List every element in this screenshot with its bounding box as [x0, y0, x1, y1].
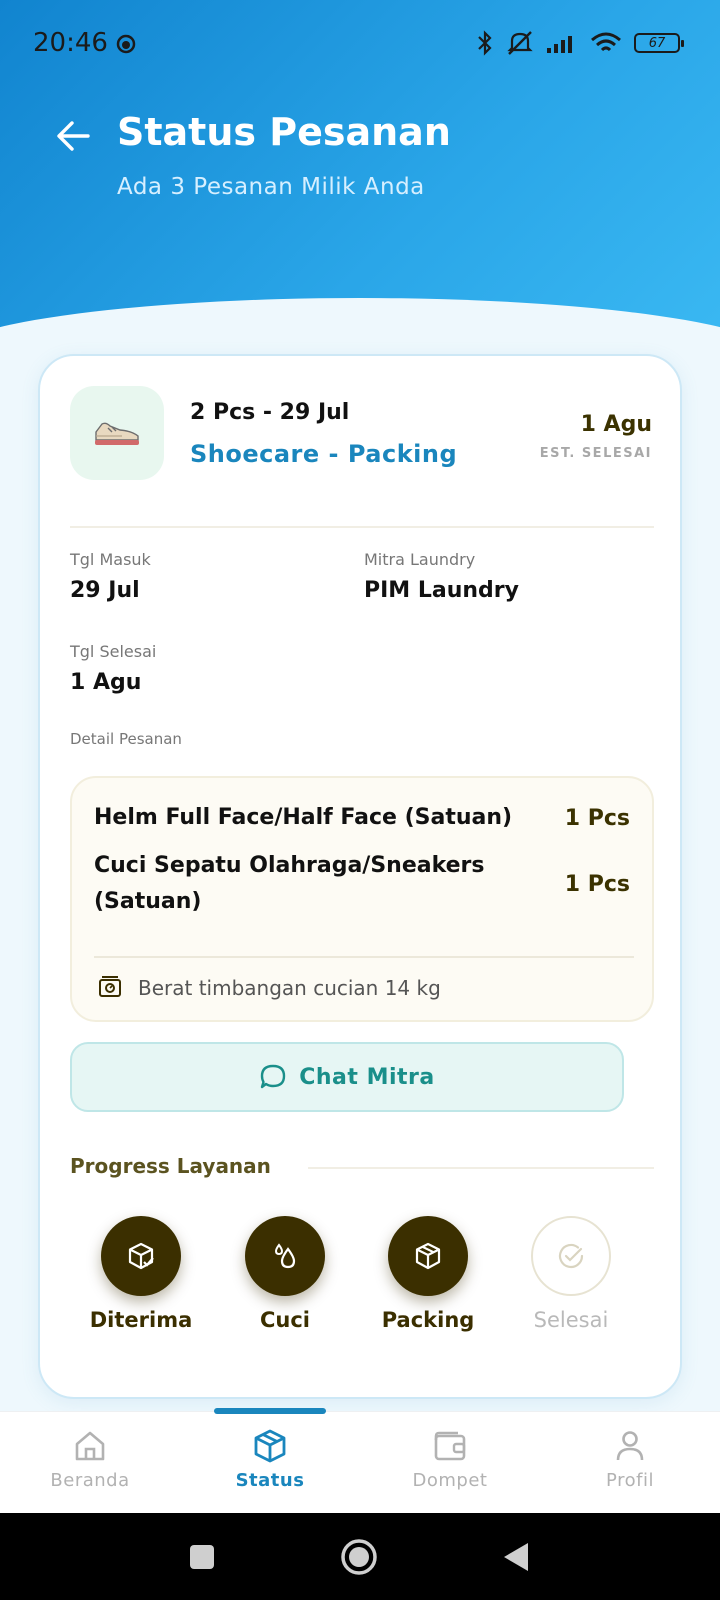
back-arrow-icon[interactable]: [54, 116, 94, 156]
status-bar: 20:46 67: [0, 0, 720, 90]
mitra-label: Mitra Laundry: [364, 550, 476, 569]
nav-label: Profil: [606, 1470, 654, 1491]
header-curve: [0, 298, 720, 340]
estimate-label: EST. SELESAI: [539, 446, 652, 461]
nav-label: Beranda: [50, 1470, 130, 1491]
nav-item-dompet[interactable]: Dompet: [360, 1428, 540, 1491]
mitra-value: PIM Laundry: [364, 578, 519, 603]
page-subtitle: Ada 3 Pesanan Milik Anda: [117, 174, 425, 200]
tgl-selesai-label: Tgl Selesai: [70, 642, 157, 661]
home-button[interactable]: [340, 1538, 378, 1576]
box-check-icon: [128, 1242, 154, 1270]
progress-title: Progress Layanan: [70, 1154, 271, 1178]
recent-apps-button[interactable]: [188, 1543, 216, 1571]
detail-label: Detail Pesanan: [70, 730, 182, 748]
divider: [70, 526, 654, 528]
progress-step-selesai: Selesai: [496, 1216, 646, 1332]
status-time: 20:46: [33, 28, 108, 58]
tgl-masuk-label: Tgl Masuk: [70, 550, 151, 569]
nav-label: Dompet: [412, 1470, 488, 1491]
progress-step-diterima: Diterima: [66, 1216, 216, 1332]
item-qty: 1 Pcs: [564, 806, 630, 831]
battery-icon: 67: [634, 33, 684, 53]
order-service: Shoecare - Packing: [190, 440, 458, 468]
item-name: Cuci Sepatu Olahraga/Sneakers (Satuan): [94, 853, 485, 914]
order-detail-box: Helm Full Face/Half Face (Satuan) 1 Pcs …: [70, 776, 654, 1022]
scale-icon: [99, 976, 121, 997]
nav-item-beranda[interactable]: Beranda: [0, 1428, 180, 1491]
sneaker-icon: [95, 422, 139, 445]
tgl-masuk-value: 29 Jul: [70, 578, 140, 603]
wallet-icon: [434, 1431, 466, 1461]
mute-icon: [507, 31, 533, 55]
progress-step-cuci: Cuci: [210, 1216, 360, 1332]
wifi-icon: [591, 32, 621, 52]
chat-mitra-button[interactable]: Chat Mitra: [70, 1042, 624, 1112]
notification-icon: [116, 34, 136, 54]
battery-level: 67: [648, 35, 666, 51]
estimate-date: 1 Agu: [580, 412, 652, 437]
step-circle: [388, 1216, 468, 1296]
user-icon: [616, 1431, 644, 1461]
bluetooth-icon: [478, 30, 492, 56]
divider: [308, 1167, 654, 1169]
chat-icon: [261, 1064, 286, 1089]
step-circle: [245, 1216, 325, 1296]
item-name: Helm Full Face/Half Face (Satuan): [94, 805, 513, 830]
home-icon: [75, 1431, 105, 1461]
system-nav-bar: [0, 1513, 720, 1600]
nav-item-status[interactable]: Status: [180, 1428, 360, 1491]
water-drops-icon: [274, 1243, 296, 1269]
step-label: Diterima: [89, 1308, 193, 1332]
page-title: Status Pesanan: [117, 110, 451, 154]
tgl-selesai-value: 1 Agu: [70, 670, 142, 695]
package-icon: [415, 1242, 441, 1270]
step-label: Packing: [381, 1308, 475, 1332]
item-qty: 1 Pcs: [564, 872, 630, 897]
nav-active-indicator: [214, 1408, 326, 1414]
order-card: 2 Pcs - 29 Jul Shoecare - Packing 1 Agu …: [38, 354, 682, 1399]
signal-icon: [547, 36, 572, 53]
back-button[interactable]: [502, 1541, 530, 1573]
weight-text: Berat timbangan cucian 14 kg: [138, 976, 441, 1000]
chat-mitra-label: Chat Mitra: [299, 1064, 435, 1090]
shoe-thumbnail: [70, 386, 164, 480]
nav-item-profil[interactable]: Profil: [540, 1428, 720, 1491]
progress-step-packing: Packing: [353, 1216, 503, 1332]
step-label: Cuci: [259, 1308, 310, 1332]
order-summary: 2 Pcs - 29 Jul: [190, 400, 350, 425]
divider: [94, 956, 634, 958]
step-circle: [531, 1216, 611, 1296]
step-circle: [101, 1216, 181, 1296]
check-circle-icon: [558, 1243, 584, 1269]
box-icon: [254, 1429, 286, 1463]
bottom-navigation: Beranda Status Dompet Profil: [0, 1408, 720, 1513]
nav-label: Status: [235, 1470, 305, 1491]
step-label: Selesai: [533, 1308, 609, 1332]
